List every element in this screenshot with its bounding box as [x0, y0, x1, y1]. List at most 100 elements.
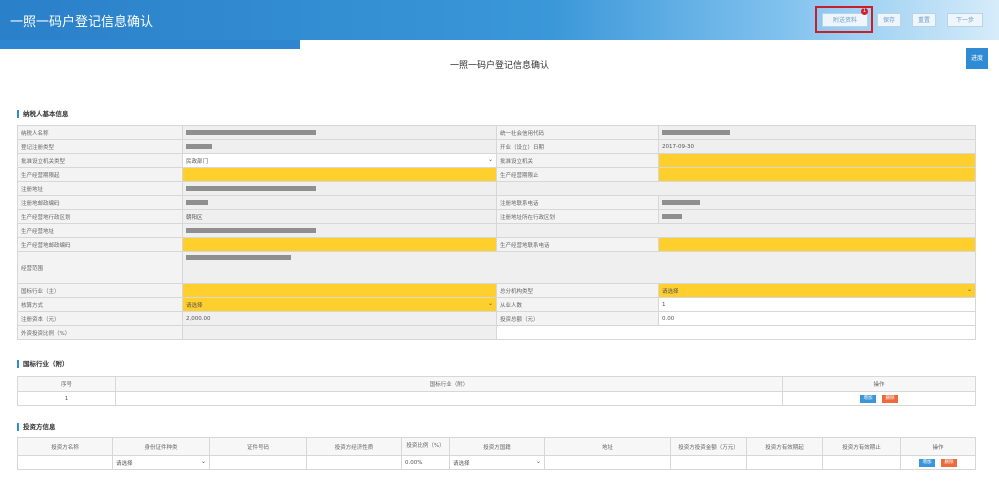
empty-cell — [496, 223, 976, 238]
row-actions: 增加 删除 — [900, 455, 976, 470]
label-reg-type: 登记注册类型 — [17, 139, 183, 154]
col-header-id-number: 证件号码 — [209, 437, 307, 456]
reg-district-field[interactable] — [658, 209, 976, 224]
col-header-invest-amount: 投资方投资金额（万元） — [670, 437, 747, 456]
delete-row-button[interactable]: 删除 — [882, 394, 898, 403]
section-title-investors: 投资方信息 — [17, 423, 56, 431]
accounting-select[interactable]: 请选择 ⌄ — [182, 297, 497, 312]
taxpayer-name-field[interactable] — [182, 125, 497, 140]
valid-from-field[interactable] — [746, 455, 823, 470]
op-end-field[interactable] — [658, 167, 976, 182]
section-title-industry-sub: 国标行业（附） — [17, 360, 69, 368]
chevron-down-icon: ⌄ — [200, 458, 206, 465]
accounting-value: 请选择 — [186, 302, 203, 309]
reg-phone-field[interactable] — [658, 195, 976, 210]
reg-addr-field[interactable] — [182, 181, 497, 196]
label-reg-district: 注册地址所在行政区划 — [496, 209, 659, 224]
redacted-value — [186, 143, 212, 149]
empty-cell — [496, 325, 976, 340]
industry-sub-field[interactable] — [115, 391, 783, 406]
label-op-postcode: 生产经营地邮政编码 — [17, 237, 183, 252]
reg-type-field[interactable] — [182, 139, 497, 154]
label-reg-phone: 注册地联系电话 — [496, 195, 659, 210]
invest-amount-field[interactable] — [670, 455, 747, 470]
op-district-field[interactable]: 朝阳区 — [182, 209, 497, 224]
investors-table: 投资方名称 身份证件种类 证件号码 投资方经济性质 投资比例（%） 投资方国籍 … — [17, 437, 976, 470]
industry-sub-table: 序号 国标行业（附） 操作 1 增加 删除 — [17, 376, 976, 406]
address-field[interactable] — [544, 455, 671, 470]
row-no: 1 — [17, 391, 116, 406]
reg-capital-field[interactable]: 2,000.00 — [182, 311, 497, 326]
branch-type-select[interactable]: 请选择 ⌄ — [658, 283, 976, 298]
reset-button[interactable]: 重置 — [912, 13, 936, 27]
col-header-valid-from: 投资方有效期起 — [746, 437, 823, 456]
id-type-value: 请选择 — [116, 460, 133, 467]
empty-cell — [496, 181, 976, 196]
approval-org-field[interactable] — [658, 153, 976, 168]
col-header-id-type: 身份证件种类 — [112, 437, 210, 456]
col-header-nationality: 投资方国籍 — [449, 437, 545, 456]
ratio-field[interactable]: 0.00% — [401, 455, 450, 470]
col-header-op: 操作 — [900, 437, 976, 456]
label-invest-total: 投资总额（元） — [496, 311, 659, 326]
branch-type-value: 请选择 — [662, 288, 679, 295]
reg-postcode-field[interactable] — [182, 195, 497, 210]
employees-field[interactable]: 1 — [658, 297, 976, 312]
label-op-phone: 生产经营地联系电话 — [496, 237, 659, 252]
approval-org-type-value: 民政部门 — [186, 158, 209, 165]
add-investor-button[interactable]: 增加 — [919, 458, 935, 467]
col-header-investor-name: 投资方名称 — [17, 437, 113, 456]
id-type-select[interactable]: 请选择 ⌄ — [112, 455, 210, 470]
credit-code-field[interactable] — [658, 125, 976, 140]
investor-name-field[interactable] — [17, 455, 113, 470]
label-employees: 从业人数 — [496, 297, 659, 312]
label-taxpayer-name: 纳税人名称 — [17, 125, 183, 140]
label-op-start: 生产经营期限起 — [17, 167, 183, 182]
label-reg-addr: 注册地址 — [17, 181, 183, 196]
label-credit-code: 统一社会信用代码 — [496, 125, 659, 140]
redacted-value — [186, 129, 316, 135]
label-op-addr: 生产经营地址 — [17, 223, 183, 238]
col-header-ratio: 投资比例（%） — [401, 437, 450, 456]
op-phone-field[interactable] — [658, 237, 976, 252]
col-header-economic-nature: 投资方经济性质 — [306, 437, 402, 456]
invest-total-field[interactable]: 0.00 — [658, 311, 976, 326]
row-actions: 增加 删除 — [782, 391, 976, 406]
col-header-valid-to: 投资方有效期止 — [822, 437, 901, 456]
redacted-value — [186, 227, 316, 233]
redacted-value — [186, 185, 316, 191]
chevron-down-icon: ⌄ — [487, 300, 493, 307]
nationality-value: 请选择 — [453, 460, 470, 467]
section-title-basic: 纳税人基本信息 — [17, 110, 69, 118]
op-start-field[interactable] — [182, 167, 497, 182]
open-date-field[interactable]: 2017-09-30 — [658, 139, 976, 154]
id-number-field[interactable] — [209, 455, 307, 470]
label-foreign-ratio: 外资投资比例（%） — [17, 325, 183, 340]
label-op-end: 生产经营期限止 — [496, 167, 659, 182]
scope-textarea[interactable] — [182, 251, 976, 284]
label-open-date: 开业（设立）日期 — [496, 139, 659, 154]
op-postcode-field[interactable] — [182, 237, 497, 252]
foreign-ratio-field[interactable] — [182, 325, 497, 340]
table-row: 1 增加 删除 — [17, 391, 976, 406]
label-branch-type: 总分机构类型 — [496, 283, 659, 298]
delete-investor-button[interactable]: 删除 — [941, 458, 957, 467]
nationality-select[interactable]: 请选择 ⌄ — [449, 455, 545, 470]
save-button[interactable]: 保存 — [877, 13, 901, 27]
economic-nature-field[interactable] — [306, 455, 402, 470]
op-addr-field[interactable] — [182, 223, 497, 238]
redacted-value — [662, 129, 730, 135]
valid-to-field[interactable] — [822, 455, 901, 470]
chevron-down-icon: ⌄ — [966, 286, 972, 293]
label-op-district: 生产经营地行政区划 — [17, 209, 183, 224]
industry-field[interactable] — [182, 283, 497, 298]
redacted-value — [186, 255, 291, 260]
app-title: 一照一码户登记信息确认 — [10, 15, 154, 30]
add-row-button[interactable]: 增加 — [860, 394, 876, 403]
label-approval-org-type: 批准设立机关类型 — [17, 153, 183, 168]
col-header-industry: 国标行业（附） — [115, 376, 783, 392]
label-scope: 经营范围 — [17, 251, 183, 284]
approval-org-type-select[interactable]: 民政部门 ⌄ — [182, 153, 497, 168]
next-step-button[interactable]: 下一步 — [947, 13, 983, 27]
notification-badge: 1 — [861, 8, 868, 15]
